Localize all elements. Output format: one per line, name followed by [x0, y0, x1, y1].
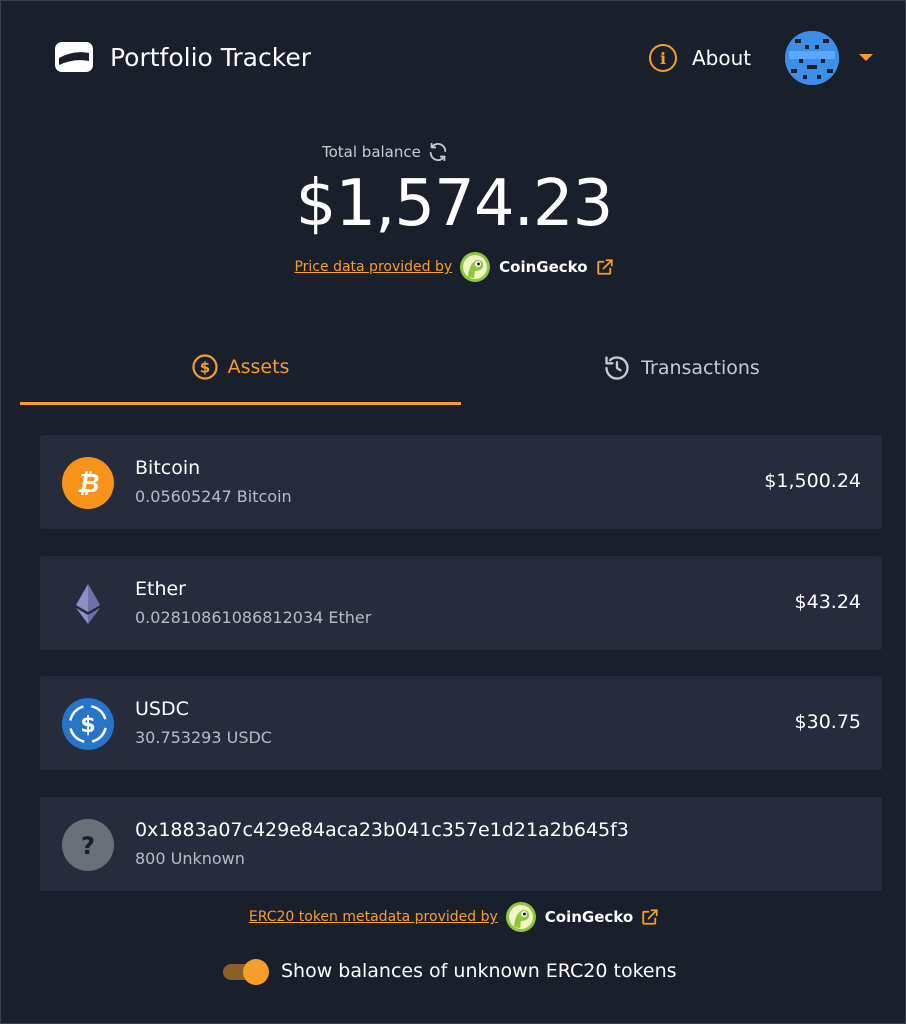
asset-row-bitcoin[interactable]: ₿ Bitcoin 0.05605247 Bitcoin $1,500.24: [40, 435, 882, 529]
svg-text:$: $: [80, 713, 95, 738]
asset-value: $1,500.24: [764, 470, 861, 492]
history-icon: [605, 356, 629, 380]
asset-value: $30.75: [794, 711, 861, 733]
token-metadata-attribution: ERC20 token metadata provided by CoinGec…: [1, 901, 906, 933]
coingecko-name: CoinGecko: [544, 908, 634, 926]
about-label: About: [692, 46, 752, 70]
chevron-down-icon[interactable]: [859, 54, 873, 61]
about-button[interactable]: i About: [649, 42, 751, 74]
svg-text:₿: ₿: [77, 469, 100, 499]
asset-amount: 0.02810861086812034 Ether: [135, 608, 372, 627]
info-icon: i: [649, 44, 677, 72]
asset-amount: 0.05605247 Bitcoin: [135, 487, 292, 506]
unknown-tokens-toggle-row[interactable]: Show balances of unknown ERC20 tokens: [221, 956, 677, 986]
total-balance-label-row: Total balance: [322, 141, 449, 163]
tab-assets[interactable]: $ Assets: [20, 331, 461, 405]
dollar-coin-icon: $: [191, 353, 218, 380]
tab-bar: $ Assets Transactions: [20, 331, 886, 405]
tab-transactions[interactable]: Transactions: [461, 331, 902, 405]
app-header: Portfolio Tracker i About: [1, 1, 906, 113]
svg-text:?: ?: [81, 832, 95, 860]
tab-assets-label: Assets: [227, 355, 290, 378]
ethereum-icon: [76, 584, 100, 624]
price-attribution: Price data provided by CoinGecko: [1, 251, 906, 283]
asset-row-usdc[interactable]: $ USDC 30.753293 USDC $30.75: [40, 676, 882, 770]
identicon-icon: [785, 31, 839, 85]
coingecko-logo-icon: [460, 252, 491, 282]
svg-text:$: $: [199, 358, 209, 376]
asset-amount: 30.753293 USDC: [135, 728, 272, 747]
asset-row-unknown-token[interactable]: ? 0x1883a07c429e84aca23b041c357e1d21a2b6…: [40, 797, 882, 891]
unknown-token-icon: ?: [62, 819, 114, 871]
token-metadata-link[interactable]: ERC20 token metadata provided by: [249, 909, 498, 925]
asset-name: 0x1883a07c429e84aca23b041c357e1d21a2b645…: [135, 819, 629, 841]
avatar[interactable]: [785, 31, 839, 85]
wallet-logo-icon: [55, 42, 93, 72]
asset-name: Ether: [135, 578, 186, 600]
asset-name: Bitcoin: [135, 457, 201, 479]
coingecko-name: CoinGecko: [499, 258, 588, 276]
asset-value: $43.24: [794, 591, 861, 613]
coingecko-logo-icon: [505, 902, 536, 932]
asset-name: USDC: [135, 698, 189, 720]
asset-row-ether[interactable]: Ether 0.02810861086812034 Ether $43.24: [40, 556, 882, 650]
refresh-icon[interactable]: [427, 141, 449, 163]
usdc-icon: $: [62, 698, 114, 750]
external-link-icon[interactable]: [596, 258, 614, 276]
tab-transactions-label: Transactions: [641, 357, 760, 379]
toggle-thumb: [243, 959, 269, 985]
toggle-label: Show balances of unknown ERC20 tokens: [281, 960, 677, 982]
unknown-tokens-toggle[interactable]: [221, 956, 269, 986]
price-data-link[interactable]: Price data provided by: [294, 259, 452, 275]
total-balance-label: Total balance: [322, 143, 421, 161]
app-title: Portfolio Tracker: [110, 43, 311, 72]
total-balance-value: $1,574.23: [295, 167, 614, 241]
asset-amount: 800 Unknown: [135, 849, 245, 868]
external-link-icon[interactable]: [641, 908, 659, 926]
bitcoin-icon: ₿: [62, 457, 114, 509]
